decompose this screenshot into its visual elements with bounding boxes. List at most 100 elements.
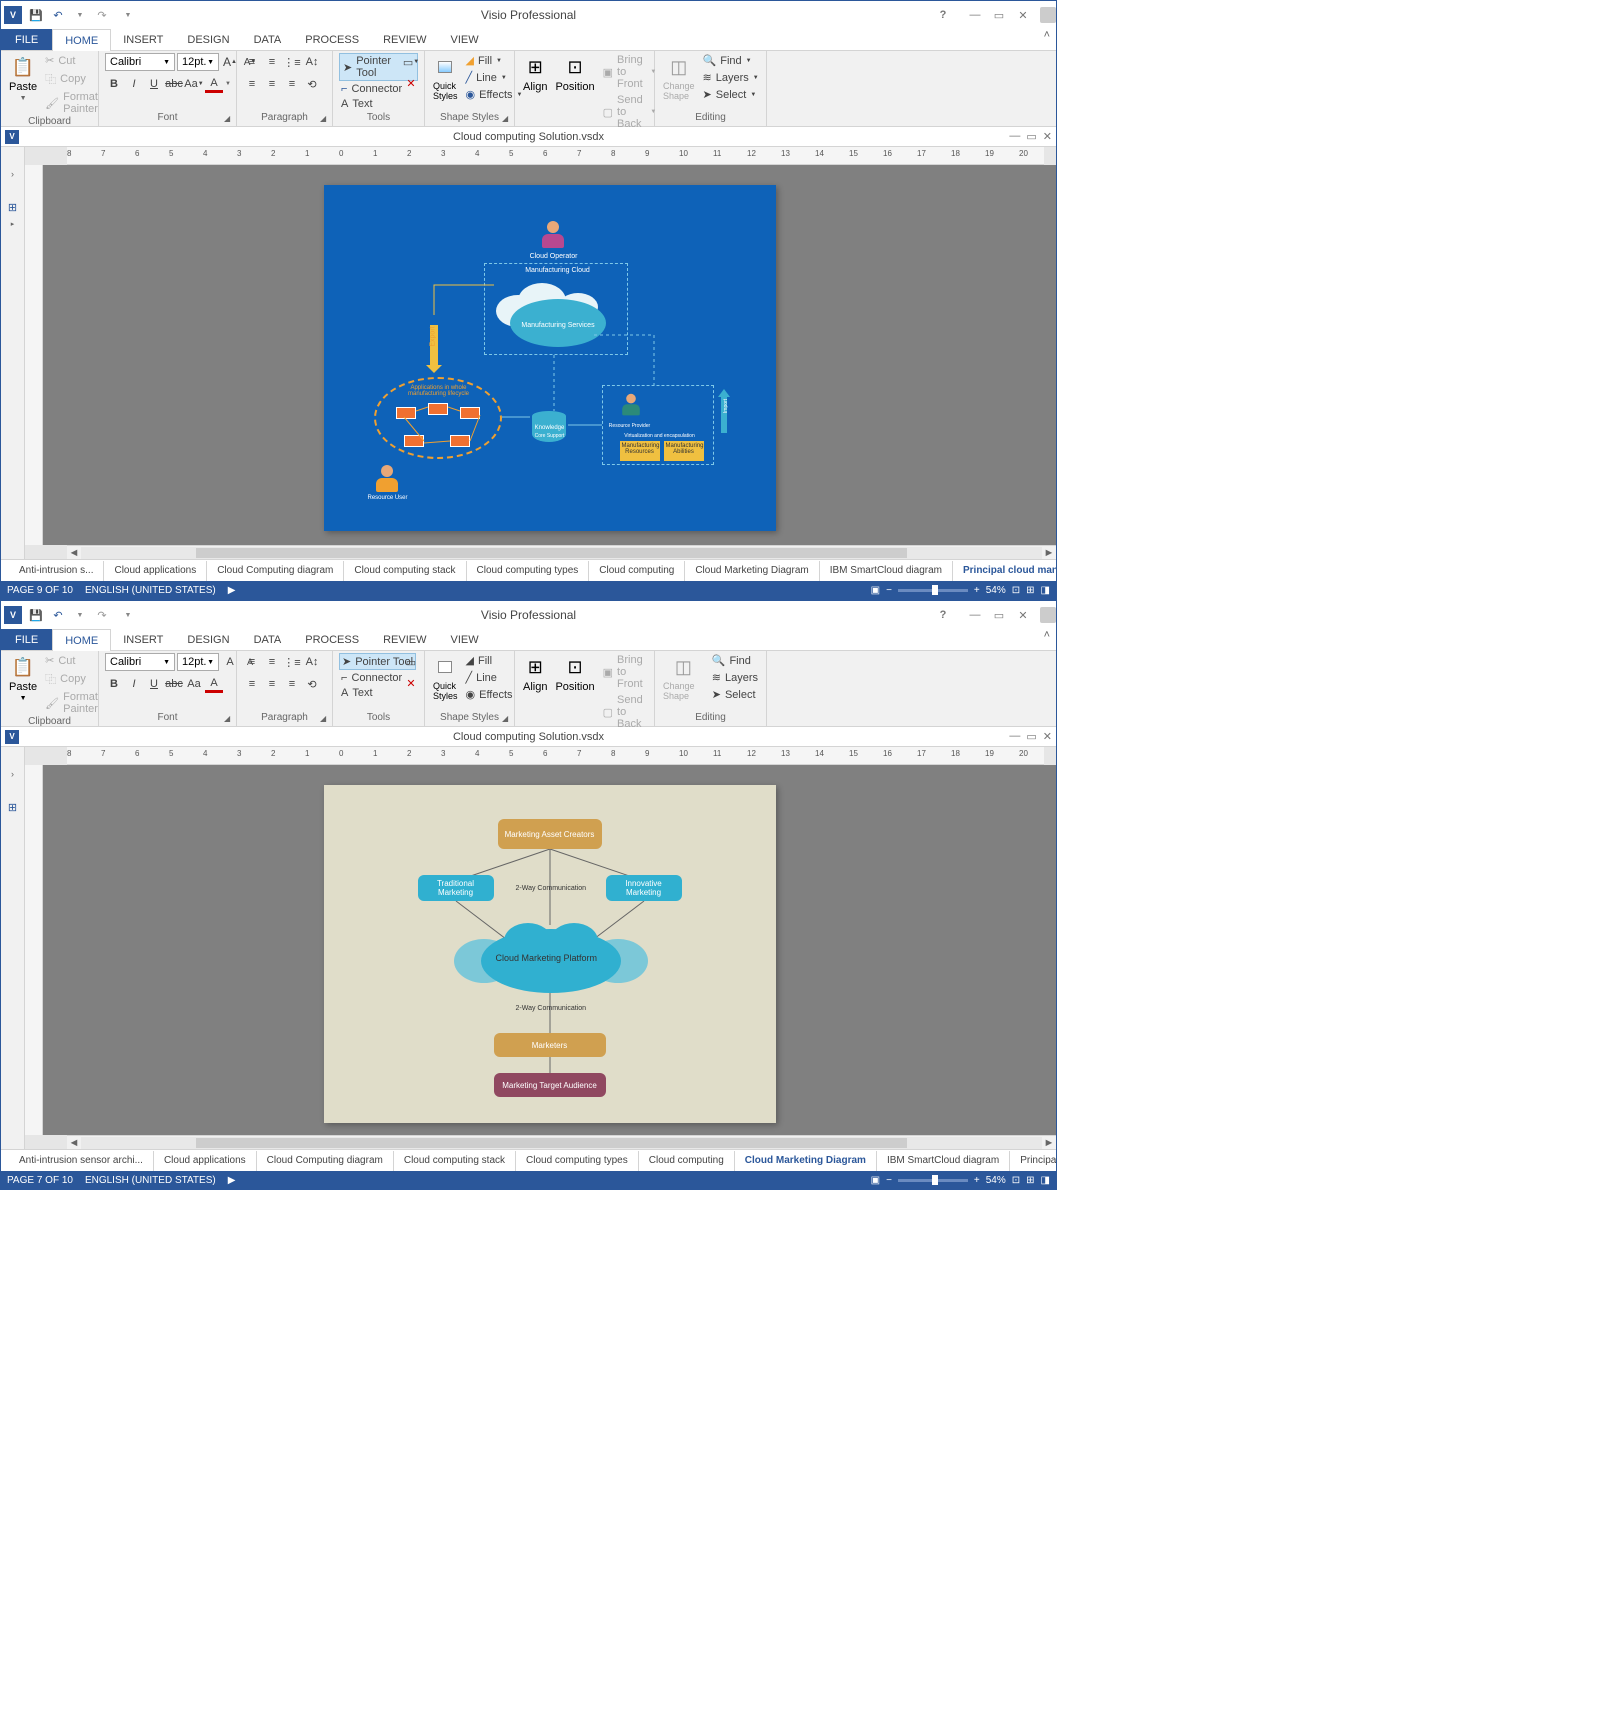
select-button[interactable]: ➤ Select xyxy=(710,687,760,702)
tab-file[interactable]: FILE xyxy=(1,29,52,50)
tab-home[interactable]: HOME xyxy=(52,629,111,651)
italic-button[interactable]: I xyxy=(125,75,143,93)
page-tab[interactable]: Cloud applications xyxy=(154,1151,257,1171)
macro-icon[interactable]: ▶ xyxy=(228,585,236,596)
scroll-right-icon[interactable]: ► xyxy=(1042,1136,1056,1150)
align-button[interactable]: ⊞Align xyxy=(521,53,549,95)
tab-file[interactable]: FILE xyxy=(1,629,52,650)
undo-icon[interactable]: ↶ xyxy=(50,607,66,623)
shapes-pane-toggle-icon[interactable]: › xyxy=(11,769,14,779)
scroll-thumb[interactable] xyxy=(196,1138,907,1148)
doc-minimize-icon[interactable]: — xyxy=(1009,730,1020,743)
align-right-icon[interactable]: ≡ xyxy=(283,75,301,93)
font-dialog-launcher[interactable]: ◢ xyxy=(224,114,234,124)
font-color-button[interactable]: A xyxy=(205,675,223,693)
tab-view[interactable]: VIEW xyxy=(438,629,490,650)
status-page[interactable]: PAGE 9 OF 10 xyxy=(7,585,73,596)
status-page[interactable]: PAGE 7 OF 10 xyxy=(7,1175,73,1186)
send-to-back-button[interactable]: ▢Send to Back▼ xyxy=(601,93,659,131)
user-avatar[interactable] xyxy=(1040,7,1056,23)
rectangle-tool-icon[interactable]: ▭▼ xyxy=(402,53,420,71)
zoom-slider[interactable] xyxy=(898,1179,968,1182)
macro-icon[interactable]: ▶ xyxy=(228,1175,236,1186)
font-size-select[interactable]: 12pt.▼ xyxy=(177,653,219,671)
scroll-thumb[interactable] xyxy=(196,548,907,558)
font-name-select[interactable]: Calibri▼ xyxy=(105,53,175,71)
cut-button[interactable]: ✂ Cut xyxy=(43,653,100,668)
bold-button[interactable]: B xyxy=(105,75,123,93)
presentation-mode-icon[interactable]: ▣ xyxy=(871,1175,880,1186)
select-button[interactable]: ➤Select▼ xyxy=(701,87,761,102)
scroll-left-icon[interactable]: ◄ xyxy=(67,1136,81,1150)
cut-button[interactable]: ✂Cut xyxy=(43,53,100,68)
switch-windows-icon[interactable]: ◨ xyxy=(1041,1175,1050,1186)
stencil-icon[interactable]: ⊞ xyxy=(8,801,17,814)
align-left-icon[interactable]: ≡ xyxy=(243,75,261,93)
page-tab[interactable]: IBM SmartCloud diagram xyxy=(877,1151,1010,1171)
position-button[interactable]: ⊡Position xyxy=(553,53,596,95)
undo-icon[interactable]: ↶ xyxy=(50,7,66,23)
canvas[interactable]: Cloud Operator Manufacturing Cloud Manuf… xyxy=(43,165,1056,545)
page-tab[interactable]: Cloud computing xyxy=(639,1151,735,1171)
canvas[interactable]: Marketing Asset Creators Traditional Mar… xyxy=(43,765,1056,1135)
collapse-ribbon-icon[interactable]: ˄ xyxy=(1038,629,1056,650)
collapse-ribbon-icon[interactable]: ˄ xyxy=(1038,29,1056,50)
zoom-value[interactable]: 54% xyxy=(986,1175,1006,1186)
fill-button[interactable]: ◢ Fill xyxy=(464,653,515,668)
align-top-center-icon[interactable]: ≡ xyxy=(263,53,281,71)
zoom-value[interactable]: 54% xyxy=(986,585,1006,596)
status-language[interactable]: ENGLISH (UNITED STATES) xyxy=(85,1175,216,1186)
page-tab[interactable]: Cloud applications xyxy=(104,561,207,581)
tab-insert[interactable]: INSERT xyxy=(111,29,175,50)
page-tab[interactable]: Principal cloud manufact... xyxy=(1010,1151,1056,1171)
page-tab[interactable]: Cloud Marketing Diagram xyxy=(685,561,819,581)
align-top-left-icon[interactable]: ≡ xyxy=(243,53,261,71)
presentation-mode-icon[interactable]: ▣ xyxy=(871,585,880,596)
zoom-slider[interactable] xyxy=(898,589,968,592)
zoom-out-icon[interactable]: − xyxy=(886,585,892,596)
connector-tool-button[interactable]: ⌐ Connector xyxy=(339,671,404,685)
help-icon[interactable]: ? xyxy=(932,605,954,625)
doc-close-icon[interactable]: ✕ xyxy=(1043,130,1052,143)
zoom-out-icon[interactable]: − xyxy=(886,1175,892,1186)
shape-styles-dialog-launcher[interactable]: ◢ xyxy=(502,114,512,124)
page-tab[interactable]: Anti-intrusion sensor archi... xyxy=(9,1151,154,1171)
save-icon[interactable]: 💾 xyxy=(28,607,44,623)
page-tab[interactable]: Cloud Marketing Diagram xyxy=(735,1151,877,1171)
page-tab[interactable]: IBM SmartCloud diagram xyxy=(820,561,953,581)
rotate-text-icon[interactable]: ⟲ xyxy=(303,75,321,93)
paste-button[interactable]: 📋 Paste ▼ xyxy=(7,53,39,104)
effects-button[interactable]: ◉ Effects xyxy=(464,687,515,702)
redo-icon[interactable]: ↷ xyxy=(94,607,110,623)
page-tab[interactable]: Cloud Computing diagram xyxy=(207,561,344,581)
page-tab[interactable]: Cloud computing types xyxy=(516,1151,639,1171)
shapes-pane-toggle-icon[interactable]: › xyxy=(11,169,14,179)
text-direction-icon[interactable]: A↕ xyxy=(303,53,321,71)
format-painter-button[interactable]: 🖌Format Painter xyxy=(43,90,100,116)
bring-to-front-button[interactable]: ▣Bring to Front▼ xyxy=(601,53,659,91)
doc-restore-icon[interactable]: ▭ xyxy=(1026,730,1036,743)
italic-button[interactable]: I xyxy=(125,675,143,693)
scroll-left-icon[interactable]: ◄ xyxy=(67,546,81,560)
restore-icon[interactable]: ▭ xyxy=(988,5,1010,25)
quick-styles-button[interactable]: Quick Styles xyxy=(431,653,460,703)
doc-close-icon[interactable]: ✕ xyxy=(1043,730,1052,743)
strikethrough-button[interactable]: abc xyxy=(165,75,183,93)
tab-review[interactable]: REVIEW xyxy=(371,629,438,650)
tab-process[interactable]: PROCESS xyxy=(293,29,371,50)
tab-review[interactable]: REVIEW xyxy=(371,29,438,50)
qat-customize-icon[interactable]: ▼ xyxy=(120,607,136,623)
strikethrough-button[interactable]: abc xyxy=(165,675,183,693)
page-tab[interactable]: Cloud computing stack xyxy=(344,561,466,581)
page-tab[interactable]: Cloud computing xyxy=(589,561,685,581)
page-tab[interactable]: Principal cloud manufact... xyxy=(953,561,1056,581)
tab-data[interactable]: DATA xyxy=(242,29,294,50)
change-shape-button[interactable]: ◫Change Shape xyxy=(661,653,706,703)
zoom-in-icon[interactable]: + xyxy=(974,585,980,596)
copy-button[interactable]: ⿻ Copy xyxy=(43,670,100,688)
page-tab[interactable]: Cloud Computing diagram xyxy=(257,1151,394,1171)
stencil-icon[interactable]: ⊞ xyxy=(8,201,17,214)
bullets-icon[interactable]: ⋮≡ xyxy=(283,53,301,71)
status-language[interactable]: ENGLISH (UNITED STATES) xyxy=(85,585,216,596)
change-shape-button[interactable]: ◫Change Shape xyxy=(661,53,697,103)
